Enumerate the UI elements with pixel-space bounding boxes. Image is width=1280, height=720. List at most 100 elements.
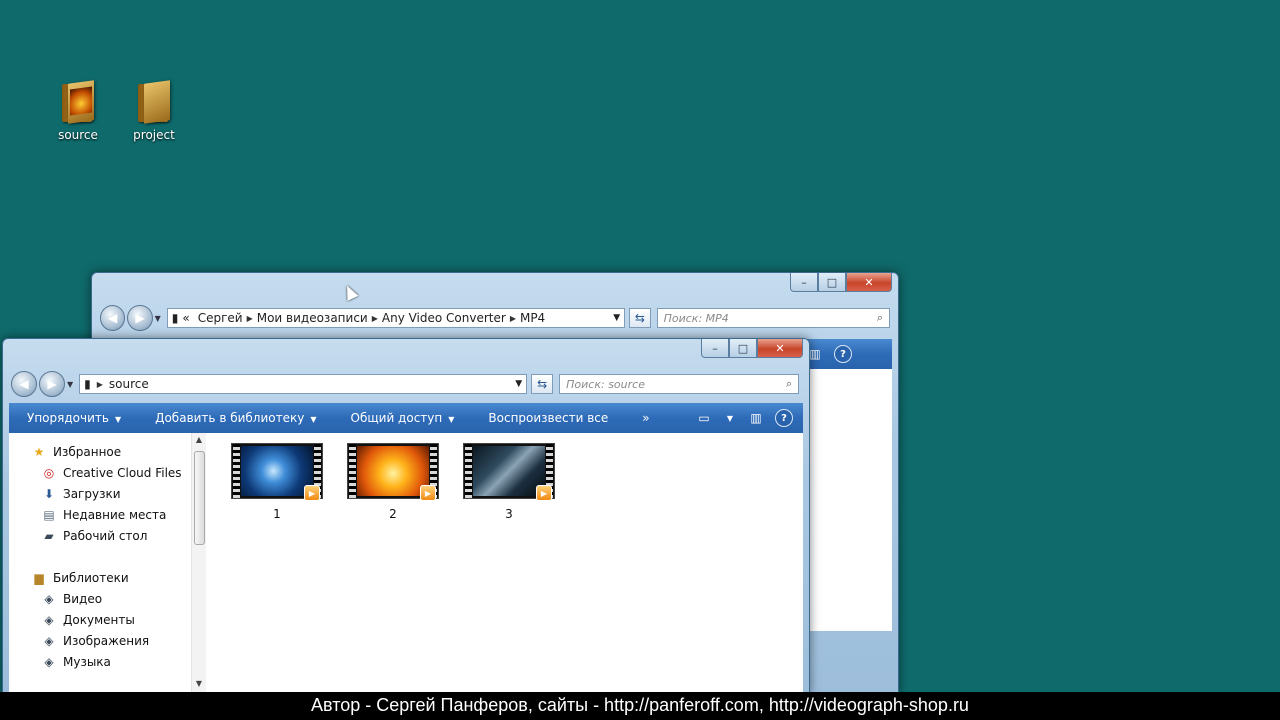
caption-buttons: – □ ✕ (701, 339, 803, 358)
more-commands-button[interactable]: » (624, 411, 665, 425)
refresh-button[interactable]: ⇆ (629, 308, 651, 328)
breadcrumb-item[interactable]: MP4 (520, 311, 545, 325)
download-icon: ⬇ (43, 487, 55, 501)
video-library-icon: ◈ (44, 592, 54, 606)
search-placeholder: Поиск: source (566, 377, 645, 391)
help-icon[interactable]: ? (834, 345, 852, 363)
documents-library-icon: ◈ (44, 613, 54, 627)
desktop-icon: ▰ (44, 529, 54, 543)
address-bar[interactable]: ▮ ▶ source ▼ (79, 374, 528, 394)
folder-small-icon: ▮ (171, 311, 179, 325)
video-thumbnail: ▶ (347, 443, 439, 501)
content-area: ★ Избранное ◎ Creative Cloud Files ⬇ Заг… (9, 433, 803, 693)
desktop-icon-label: project (133, 128, 175, 142)
close-button[interactable]: ✕ (846, 273, 892, 292)
minimize-button[interactable]: – (701, 339, 729, 358)
breadcrumb-arrow-icon[interactable]: ▶ (510, 314, 516, 323)
file-item-3[interactable]: ▶ 3 (461, 443, 557, 521)
refresh-icon: ⇆ (634, 311, 645, 325)
desktop-icon-label: source (58, 128, 98, 142)
play-overlay-icon: ▶ (536, 485, 552, 501)
scroll-down-icon[interactable]: ▼ (192, 679, 206, 693)
sidebar-item-documents[interactable]: ◈ Документы (41, 613, 134, 627)
play-all-button[interactable]: Воспроизвести все (470, 411, 624, 425)
minimize-button[interactable]: – (790, 273, 818, 292)
refresh-button[interactable]: ⇆ (531, 374, 554, 394)
pictures-library-icon: ◈ (44, 634, 54, 648)
dropdown-arrow-icon: ▼ (448, 415, 455, 424)
breadcrumb-item[interactable]: Any Video Converter (382, 311, 506, 325)
video-folder-icon (62, 80, 94, 124)
breadcrumb-item[interactable]: source (109, 377, 149, 391)
breadcrumb-arrow-icon[interactable]: ▶ (372, 314, 378, 323)
desktop-icon-project[interactable]: project (122, 80, 186, 142)
scroll-up-icon[interactable]: ▲ (192, 435, 206, 449)
command-bar: ▥ ? (802, 339, 892, 369)
breadcrumb-overflow[interactable]: « (182, 311, 189, 325)
history-dropdown-icon[interactable]: ▼ (155, 314, 161, 323)
arrow-left-icon: ◀ (108, 311, 118, 325)
file-item-1[interactable]: ▶ 1 (229, 443, 325, 521)
address-dropdown-icon[interactable]: ▼ (613, 313, 620, 323)
search-input[interactable]: Поиск: source ⌕ (559, 374, 800, 394)
organize-menu[interactable]: Упорядочить ▼ (9, 411, 137, 425)
scrollbar-thumb[interactable] (194, 451, 205, 545)
folder-icon (138, 80, 170, 124)
forward-button[interactable]: ▶ (127, 305, 153, 331)
caption-buttons: – □ ✕ (790, 273, 892, 292)
command-bar: Упорядочить ▼ Добавить в библиотеку ▼ Общи… (9, 403, 803, 433)
sidebar-libraries[interactable]: ▆ Библиотеки (31, 571, 128, 585)
play-overlay-icon: ▶ (304, 485, 320, 501)
sidebar-item-downloads[interactable]: ⬇ Загрузки (41, 487, 121, 501)
sidebar-item-pictures[interactable]: ◈ Изображения (41, 634, 149, 648)
video-thumbnail: ▶ (463, 443, 555, 501)
arrow-right-icon: ▶ (47, 377, 57, 391)
address-bar[interactable]: ▮ « Сергей ▶ Мои видеозаписи ▶ Any Video… (166, 308, 626, 328)
arrow-left-icon: ◀ (19, 377, 29, 391)
recent-places-icon: ▤ (43, 508, 55, 522)
history-dropdown-icon[interactable]: ▼ (67, 380, 73, 389)
sidebar-item-desktop[interactable]: ▰ Рабочий стол (41, 529, 147, 543)
file-item-2[interactable]: ▶ 2 (345, 443, 441, 521)
breadcrumb-arrow-icon[interactable]: ▶ (97, 380, 103, 389)
sidebar-item-music[interactable]: ◈ Музыка (41, 655, 111, 669)
desktop-icon-source[interactable]: source (46, 80, 110, 142)
navigation-bar: ◀ ▶ ▼ ▮ ▶ source ▼ ⇆ Поиск: source ⌕ (11, 371, 801, 397)
close-button[interactable]: ✕ (757, 339, 803, 358)
refresh-icon: ⇆ (537, 377, 548, 391)
add-to-library-menu[interactable]: Добавить в библиотеку ▼ (137, 411, 332, 425)
video-thumbnail: ▶ (231, 443, 323, 501)
libraries-icon: ▆ (34, 571, 44, 585)
breadcrumb-arrow-icon[interactable]: ▶ (247, 314, 253, 323)
navigation-bar: ◀ ▶ ▼ ▮ « Сергей ▶ Мои видеозаписи ▶ Any… (100, 305, 890, 331)
navigation-scrollbar[interactable]: ▲ ▼ (191, 433, 206, 693)
forward-button[interactable]: ▶ (39, 371, 65, 397)
dropdown-arrow-icon: ▼ (114, 415, 122, 424)
help-icon[interactable]: ? (775, 409, 793, 427)
sidebar-item-creative-cloud[interactable]: ◎ Creative Cloud Files (41, 466, 182, 480)
maximize-button[interactable]: □ (818, 273, 846, 292)
view-options-icon[interactable]: ▭ (691, 411, 717, 425)
music-library-icon: ◈ (44, 655, 54, 669)
video-caption: Автор - Сергей Панферов, сайты - http://… (0, 692, 1280, 720)
search-input[interactable]: Поиск: MP4 ⌕ (656, 308, 890, 328)
star-icon: ★ (33, 445, 45, 459)
creative-cloud-icon: ◎ (43, 466, 55, 480)
address-dropdown-icon[interactable]: ▼ (515, 379, 522, 389)
sidebar-item-recent-places[interactable]: ▤ Недавние места (41, 508, 166, 522)
back-button[interactable]: ◀ (11, 371, 37, 397)
play-overlay-icon: ▶ (420, 485, 436, 501)
back-button[interactable]: ◀ (100, 305, 126, 331)
view-dropdown-icon[interactable]: ▼ (717, 414, 743, 423)
dropdown-arrow-icon: ▼ (310, 415, 317, 424)
arrow-right-icon: ▶ (135, 311, 145, 325)
content-area (802, 369, 892, 631)
share-menu[interactable]: Общий доступ ▼ (333, 411, 471, 425)
sidebar-favorites[interactable]: ★ Избранное (31, 445, 122, 459)
sidebar-item-video[interactable]: ◈ Видео (41, 592, 102, 606)
preview-pane-icon[interactable]: ▥ (743, 411, 769, 425)
breadcrumb-item[interactable]: Сергей (198, 311, 243, 325)
search-placeholder: Поиск: MP4 (663, 311, 729, 325)
breadcrumb-item[interactable]: Мои видеозаписи (257, 311, 368, 325)
maximize-button[interactable]: □ (729, 339, 757, 358)
